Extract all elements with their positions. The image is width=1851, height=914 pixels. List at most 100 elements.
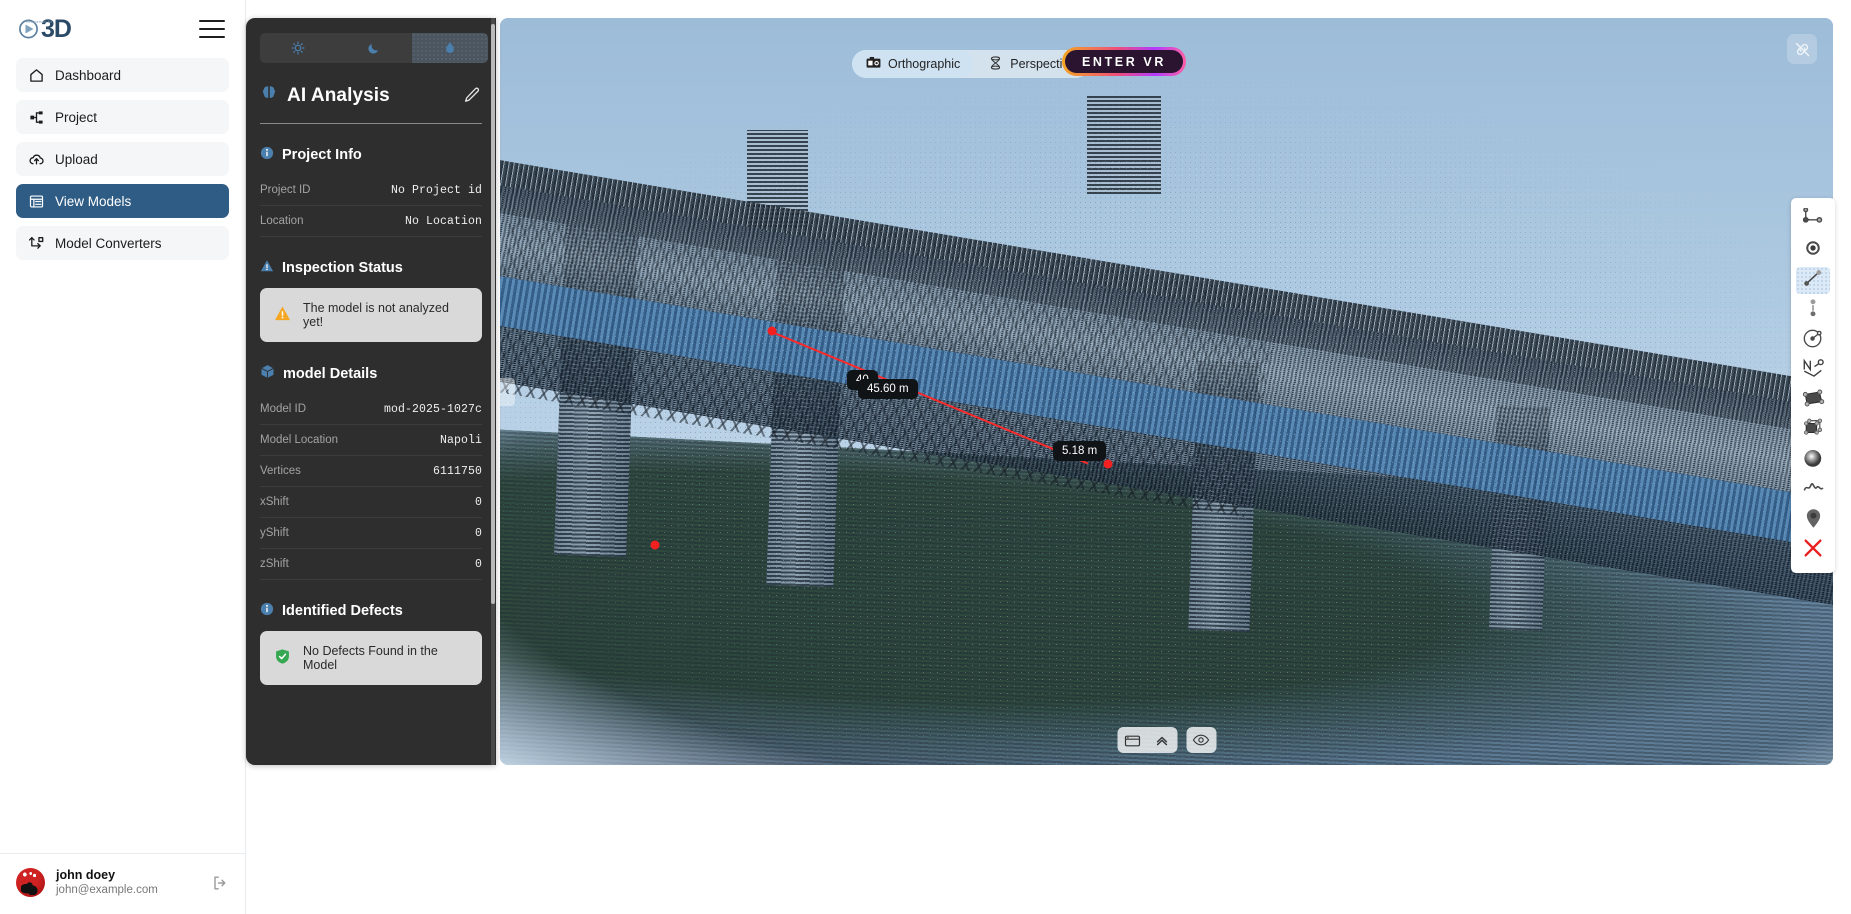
tool-area[interactable] (1796, 387, 1830, 414)
brain-icon (260, 84, 278, 107)
tool-height[interactable] (1796, 297, 1830, 324)
panel-scrollbar-thumb[interactable] (491, 24, 495, 604)
sidebar-item-dashboard[interactable]: Dashboard (16, 58, 229, 92)
user-name: john doey (56, 867, 158, 884)
row-value: No Location (405, 215, 482, 228)
row-value: mod-2025-1027c (384, 403, 482, 416)
section-heading-text: Inspection Status (282, 260, 403, 276)
section-project-info-heading: Project Info (260, 146, 482, 164)
profile-measure-icon (1802, 479, 1825, 502)
perspective-icon (988, 56, 1003, 73)
info-icon (260, 602, 274, 620)
tool-sphere[interactable] (1796, 447, 1830, 474)
shield-check-icon (274, 648, 291, 668)
row-value: 0 (475, 558, 482, 571)
tool-point[interactable] (1796, 237, 1830, 264)
collapse-left-panel-arrow[interactable]: ‹ (500, 378, 515, 406)
tool-volume[interactable] (1796, 417, 1830, 444)
row-key: Vertices (260, 465, 301, 477)
section-model-details-heading: model Details (260, 364, 482, 383)
theme-tab-system[interactable] (412, 33, 488, 63)
row-value: 6111750 (433, 465, 482, 478)
row-key: Model ID (260, 403, 306, 415)
avatar[interactable] (16, 868, 45, 897)
eye-icon[interactable] (1186, 727, 1216, 753)
sidebar-item-view-models[interactable]: View Models (16, 184, 229, 218)
theme-tab-dark[interactable] (336, 33, 412, 63)
chevron-up-icon[interactable] (1147, 727, 1177, 753)
sidebar-nav: Dashboard Project Upload View Models (0, 54, 245, 260)
row-key: Location (260, 215, 303, 227)
section-heading-text: Identified Defects (282, 603, 403, 619)
angle-measure-icon (1802, 208, 1824, 233)
annotation-pin-icon (1804, 508, 1823, 534)
sidebar-item-model-converters[interactable]: Model Converters (16, 226, 229, 260)
remove-all-icon (1802, 537, 1824, 564)
model-viewport[interactable]: 40 45.60 m 5.18 m Orthographic Perspecti… (500, 18, 1833, 765)
row-key: xShift (260, 496, 289, 508)
row-value: 0 (475, 496, 482, 509)
status-text: The model is not analyzed yet! (303, 301, 468, 329)
logo-tagline: Reconstruct 3D (26, 20, 52, 24)
height-measure-icon (1803, 298, 1823, 323)
camera-mode-label: Orthographic (888, 57, 960, 71)
table-row: zShift 0 (260, 549, 482, 580)
screenshot-icon[interactable] (1117, 727, 1147, 753)
distance-measure-icon (1802, 268, 1824, 293)
link-slash-icon[interactable] (1787, 34, 1817, 64)
point-cloud-model (500, 18, 1833, 765)
section-identified-defects-heading: Identified Defects (260, 602, 482, 620)
circle-measure-icon (1802, 328, 1824, 354)
status-text: No Defects Found in the Model (303, 644, 468, 672)
app-root: 3D Reconstruct 3D Dashboard Project (0, 0, 1851, 914)
list-icon (28, 193, 44, 209)
sidebar-item-label: Model Converters (55, 236, 162, 251)
enter-vr-label: ENTER VR (1065, 50, 1183, 73)
sitemap-icon (28, 109, 44, 125)
sidebar: 3D Reconstruct 3D Dashboard Project (0, 0, 246, 914)
table-row: Vertices 6111750 (260, 456, 482, 487)
enter-vr-button[interactable]: ENTER VR (1062, 47, 1186, 76)
tool-azimuth[interactable] (1796, 357, 1830, 384)
panel-content: AI Analysis Project Info Project ID No P… (246, 84, 496, 685)
tool-circle[interactable] (1796, 327, 1830, 354)
user-info: john doey john@example.com (56, 867, 158, 899)
camera-mode-orthographic[interactable]: Orthographic (852, 50, 974, 78)
tool-remove-all[interactable] (1796, 537, 1830, 564)
tool-annotation[interactable] (1796, 507, 1830, 534)
status-badge-no-defects: No Defects Found in the Model (260, 631, 482, 685)
sidebar-item-label: View Models (55, 194, 131, 209)
panel-scroll-area[interactable]: AI Analysis Project Info Project ID No P… (246, 18, 496, 765)
point-measure-icon (1803, 239, 1823, 262)
theme-tab-group (260, 33, 488, 63)
sidebar-item-upload[interactable]: Upload (16, 142, 229, 176)
warning-triangle-icon (260, 259, 274, 277)
warning-triangle-icon (274, 305, 291, 325)
logout-icon[interactable] (211, 874, 229, 892)
panel-title-row: AI Analysis (260, 84, 482, 124)
transform-icon (28, 235, 44, 251)
measurement-toolbar (1791, 198, 1835, 573)
viewport-bottom-bar (1117, 727, 1216, 753)
area-measure-icon (1802, 388, 1825, 413)
user-email: john@example.com (56, 883, 158, 899)
volume-measure-icon (1802, 418, 1824, 443)
table-row: Model Location Napoli (260, 425, 482, 456)
point-cloud-noise (500, 18, 1833, 765)
viewport-bottom-group (1117, 727, 1177, 753)
edit-pencil-icon[interactable] (462, 86, 482, 106)
tool-distance[interactable] (1796, 267, 1830, 294)
home-icon (28, 67, 44, 83)
hamburger-menu-icon[interactable] (199, 20, 225, 38)
page-title: AI Analysis (287, 85, 390, 107)
row-key: Project ID (260, 184, 311, 196)
theme-tab-light[interactable] (260, 33, 336, 63)
section-heading-text: model Details (283, 366, 377, 382)
tool-profile[interactable] (1796, 477, 1830, 504)
sphere-measure-icon (1802, 448, 1824, 474)
sidebar-item-project[interactable]: Project (16, 100, 229, 134)
tool-angle[interactable] (1796, 207, 1830, 234)
app-logo[interactable]: 3D Reconstruct 3D (18, 18, 71, 40)
camera-mode-toggle: Orthographic Perspective (852, 50, 1090, 78)
cloud-upload-icon (28, 151, 44, 167)
